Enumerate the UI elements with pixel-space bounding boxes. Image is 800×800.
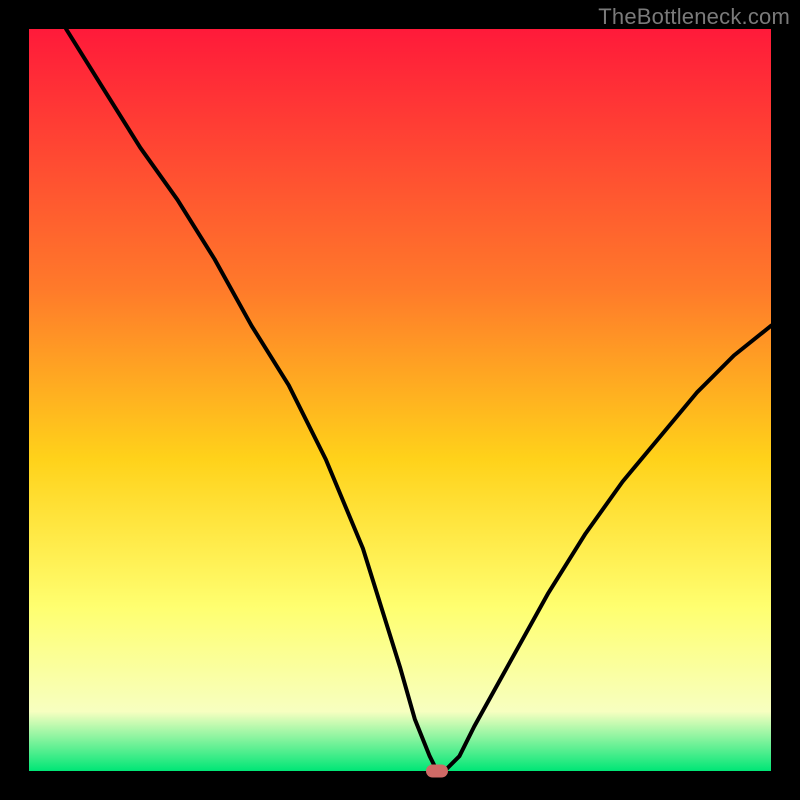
plot-area	[29, 29, 771, 771]
plot-svg	[29, 29, 771, 771]
chart-container: TheBottleneck.com	[0, 0, 800, 800]
gradient-background	[29, 29, 771, 771]
optimal-marker	[426, 765, 448, 778]
watermark-text: TheBottleneck.com	[598, 4, 790, 30]
